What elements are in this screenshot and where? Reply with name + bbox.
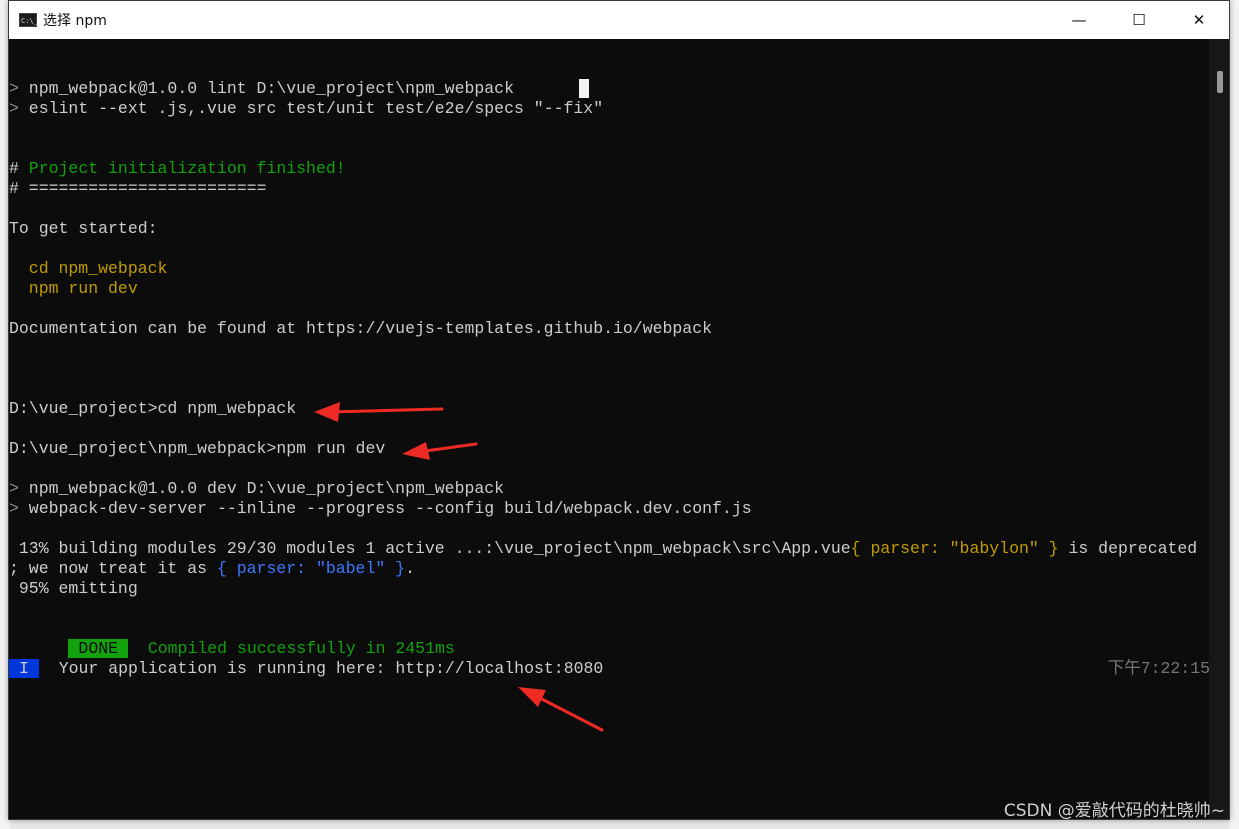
window-controls: — ☐ ✕ — [1049, 1, 1229, 39]
console-line: > npm_webpack@1.0.0 dev D:\vue_project\n… — [9, 479, 505, 498]
console-line: D:\vue_project\npm_webpack>npm run dev — [9, 439, 386, 458]
console-line: npm run dev — [9, 279, 138, 298]
terminal-window[interactable]: C:\_ 选择 npm — ☐ ✕ > npm_webpack@1.0.0 li… — [8, 0, 1230, 820]
close-button[interactable]: ✕ — [1169, 1, 1229, 39]
console-line: > npm_webpack@1.0.0 lint D:\vue_project\… — [9, 79, 514, 98]
console-line: ; we now treat it as { parser: "babel" }… — [9, 559, 415, 578]
prompt-chevron-icon: > — [9, 499, 19, 518]
timestamp: 下午7:22:15 — [1107, 659, 1210, 678]
prompt-chevron-icon: > — [9, 99, 19, 118]
console-line: Documentation can be found at https://vu… — [9, 319, 713, 338]
console-line: DONE Compiled successfully in 2451ms 下午7… — [9, 619, 1210, 678]
done-badge: DONE — [68, 639, 129, 658]
console-line: cd npm_webpack — [9, 259, 168, 278]
console-line: To get started: — [9, 219, 158, 238]
console-line: 95% emitting — [9, 579, 138, 598]
console-line: # Project initialization finished! — [9, 159, 346, 178]
prompt-chevron-icon: > — [9, 479, 19, 498]
console-output[interactable]: > npm_webpack@1.0.0 lint D:\vue_project\… — [9, 39, 1210, 819]
console-line: 13% building modules 29/30 modules 1 act… — [9, 539, 1198, 558]
prompt-chevron-icon: > — [9, 79, 19, 98]
console-line: D:\vue_project>cd npm_webpack — [9, 399, 297, 418]
title-bar[interactable]: C:\_ 选择 npm — ☐ ✕ — [9, 1, 1229, 39]
watermark: CSDN @爱敲代码的杜晓帅~ — [1003, 801, 1225, 821]
info-badge: I — [9, 659, 39, 678]
window-title: 选择 npm — [43, 13, 107, 29]
terminal-app-icon: C:\_ — [19, 13, 38, 27]
background-page-right-edge — [1229, 0, 1239, 829]
scrollbar-thumb[interactable] — [1217, 71, 1223, 93]
text-cursor — [579, 79, 589, 98]
minimize-button[interactable]: — — [1049, 1, 1109, 39]
console-line: > eslint --ext .js,.vue src test/unit te… — [9, 99, 604, 118]
console-line: > webpack-dev-server --inline --progress… — [9, 499, 752, 518]
console-line: # ======================== — [9, 179, 267, 198]
maximize-button[interactable]: ☐ — [1109, 1, 1169, 39]
vertical-scrollbar[interactable] — [1209, 39, 1229, 819]
console-line: I Your application is running here: http… — [9, 659, 603, 679]
